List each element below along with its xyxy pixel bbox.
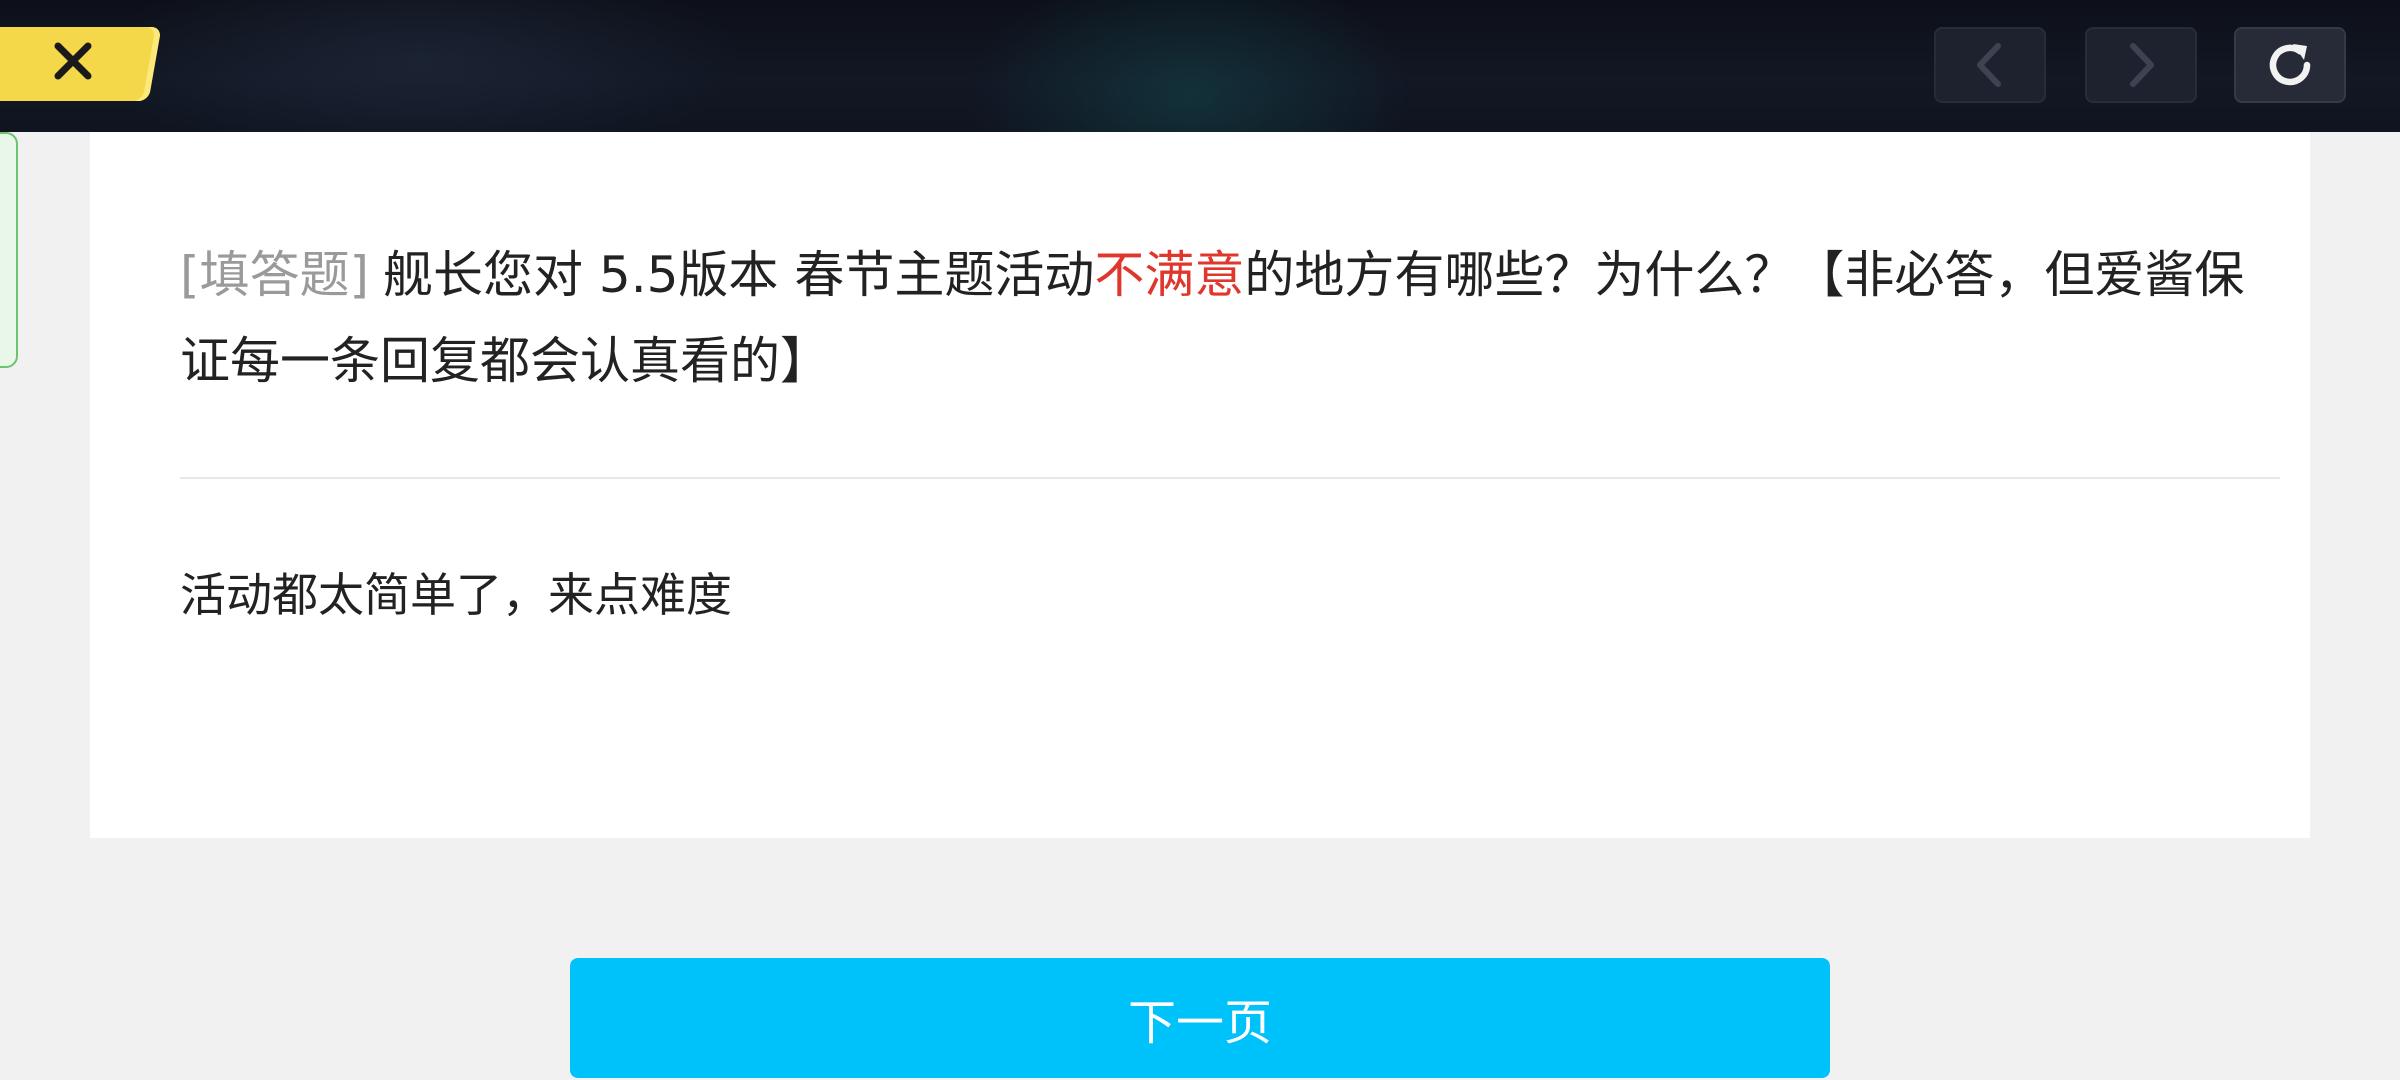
back-button[interactable]: [1934, 27, 2046, 103]
refresh-button[interactable]: [2234, 27, 2346, 103]
question-text: [填答题] 舰长您对 5.5版本 春节主题活动不满意的地方有哪些？为什么？【非必答…: [180, 232, 2260, 404]
survey-page: [填答题] 舰长您对 5.5版本 春节主题活动不满意的地方有哪些？为什么？【非必答…: [0, 0, 2400, 1080]
answer-value: 活动都太简单了，来点难度: [180, 568, 732, 622]
answer-textarea[interactable]: 活动都太简单了，来点难度: [180, 560, 2260, 770]
question-text-part: 舰长您对 5.5版本 春节主题活动: [383, 246, 1095, 304]
chevron-right-icon: [2130, 43, 2154, 87]
chevron-left-icon: [1977, 43, 2001, 87]
top-toolbar: [0, 0, 2400, 132]
side-panel-tab[interactable]: [0, 132, 18, 368]
question-highlight: 不满意: [1094, 246, 1245, 304]
forward-button[interactable]: [2085, 27, 2197, 103]
question-card: [填答题] 舰长您对 5.5版本 春节主题活动不满意的地方有哪些？为什么？【非必答…: [90, 132, 2310, 838]
divider: [180, 477, 2280, 479]
next-page-button[interactable]: 下一页: [570, 958, 1830, 1078]
close-icon[interactable]: [50, 38, 96, 84]
next-page-label: 下一页: [1127, 995, 1272, 1051]
question-type-label: [填答题]: [180, 246, 370, 304]
refresh-icon: [2269, 44, 2311, 86]
